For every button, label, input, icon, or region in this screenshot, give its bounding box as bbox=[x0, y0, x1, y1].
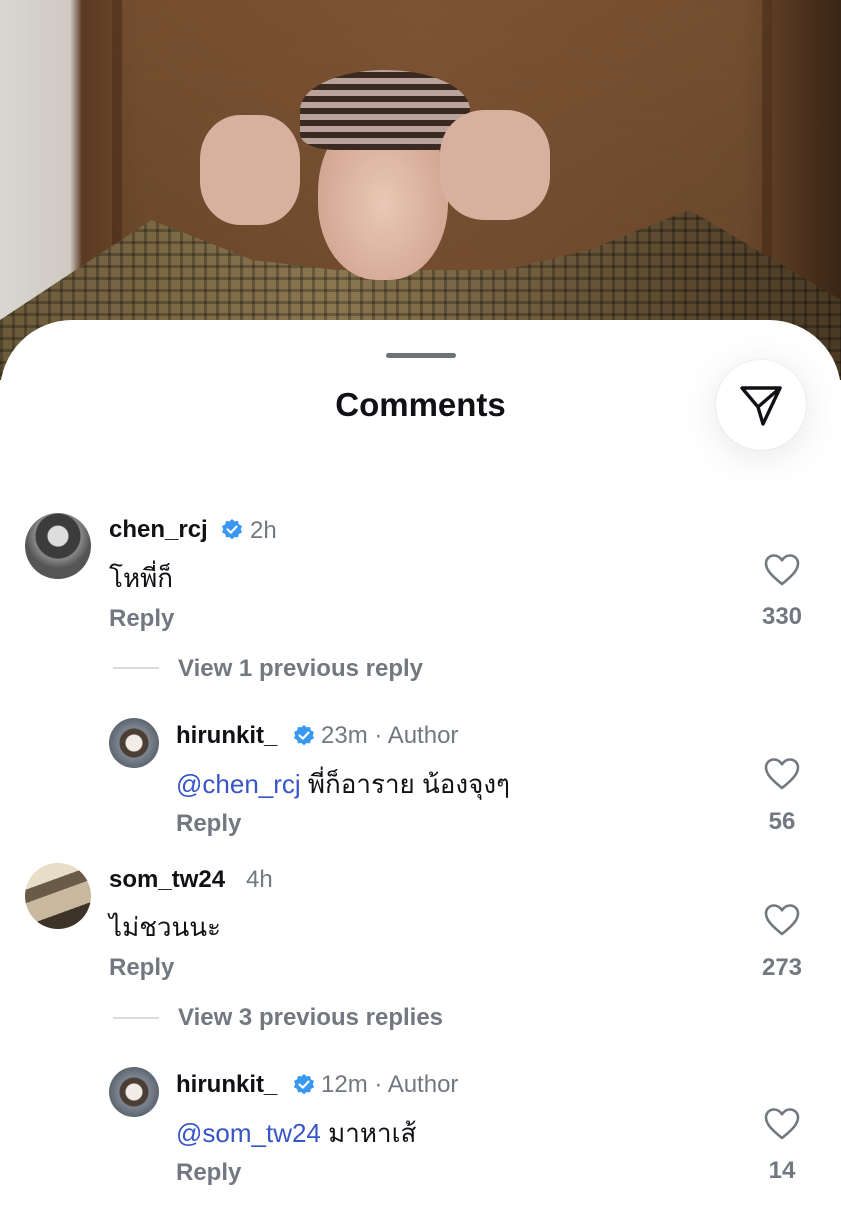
comment-timestamp: 4h bbox=[246, 866, 273, 893]
comment-timestamp: 2h bbox=[250, 517, 277, 544]
comment-username[interactable]: hirunkit_ bbox=[176, 722, 277, 750]
verified-badge-icon bbox=[294, 725, 314, 746]
share-button[interactable] bbox=[716, 360, 806, 450]
comment-body: พี่ก็อาราย น้องจุงๆ bbox=[300, 769, 510, 799]
avatar[interactable] bbox=[109, 1067, 159, 1117]
avatar[interactable] bbox=[25, 863, 91, 929]
comment-text: ไม่ชวนนะ bbox=[109, 912, 221, 942]
send-icon bbox=[740, 386, 782, 426]
photo-hand-left bbox=[200, 115, 300, 225]
comment-body: มาหาเส้ bbox=[320, 1118, 417, 1148]
comment-timestamp: 12m · Author bbox=[321, 1071, 459, 1098]
heart-outline-icon[interactable] bbox=[764, 1107, 800, 1141]
verified-badge-icon bbox=[294, 1074, 314, 1095]
comment-username[interactable]: chen_rcj bbox=[109, 516, 208, 544]
avatar[interactable] bbox=[25, 513, 91, 579]
verified-badge-icon bbox=[222, 519, 242, 540]
comment-text: @som_tw24 มาหาเส้ bbox=[176, 1113, 416, 1154]
mention-link[interactable]: @som_tw24 bbox=[176, 1118, 321, 1148]
heart-outline-icon[interactable] bbox=[764, 757, 800, 791]
comment-username[interactable]: hirunkit_ bbox=[176, 1071, 277, 1099]
view-replies-label[interactable]: View 1 previous reply bbox=[178, 655, 423, 683]
comment-text: @chen_rcj พี่ก็อาราย น้องจุงๆ bbox=[176, 764, 510, 805]
avatar[interactable] bbox=[109, 718, 159, 768]
view-replies-label[interactable]: View 3 previous replies bbox=[178, 1004, 443, 1032]
comment-timestamp: 23m · Author bbox=[321, 722, 459, 749]
mention-link[interactable]: @chen_rcj bbox=[176, 769, 301, 799]
like-count: 330 bbox=[761, 603, 803, 630]
comments-title: Comments bbox=[335, 386, 506, 423]
reply-button[interactable]: Reply bbox=[176, 810, 241, 838]
sheet-grabber[interactable] bbox=[386, 353, 456, 358]
comment-text: โหพี่ก็ bbox=[109, 563, 173, 593]
like-count: 14 bbox=[768, 1157, 796, 1184]
comment-username[interactable]: som_tw24 bbox=[109, 866, 225, 894]
replies-divider-line bbox=[113, 1017, 159, 1019]
reply-button[interactable]: Reply bbox=[109, 605, 174, 633]
reply-button[interactable]: Reply bbox=[176, 1159, 241, 1187]
replies-divider-line bbox=[113, 667, 159, 669]
like-count: 273 bbox=[761, 954, 803, 981]
photo-hand-right bbox=[440, 110, 550, 220]
like-count: 56 bbox=[768, 808, 796, 835]
heart-outline-icon[interactable] bbox=[764, 553, 800, 587]
heart-outline-icon[interactable] bbox=[764, 903, 800, 937]
reply-button[interactable]: Reply bbox=[109, 954, 174, 982]
